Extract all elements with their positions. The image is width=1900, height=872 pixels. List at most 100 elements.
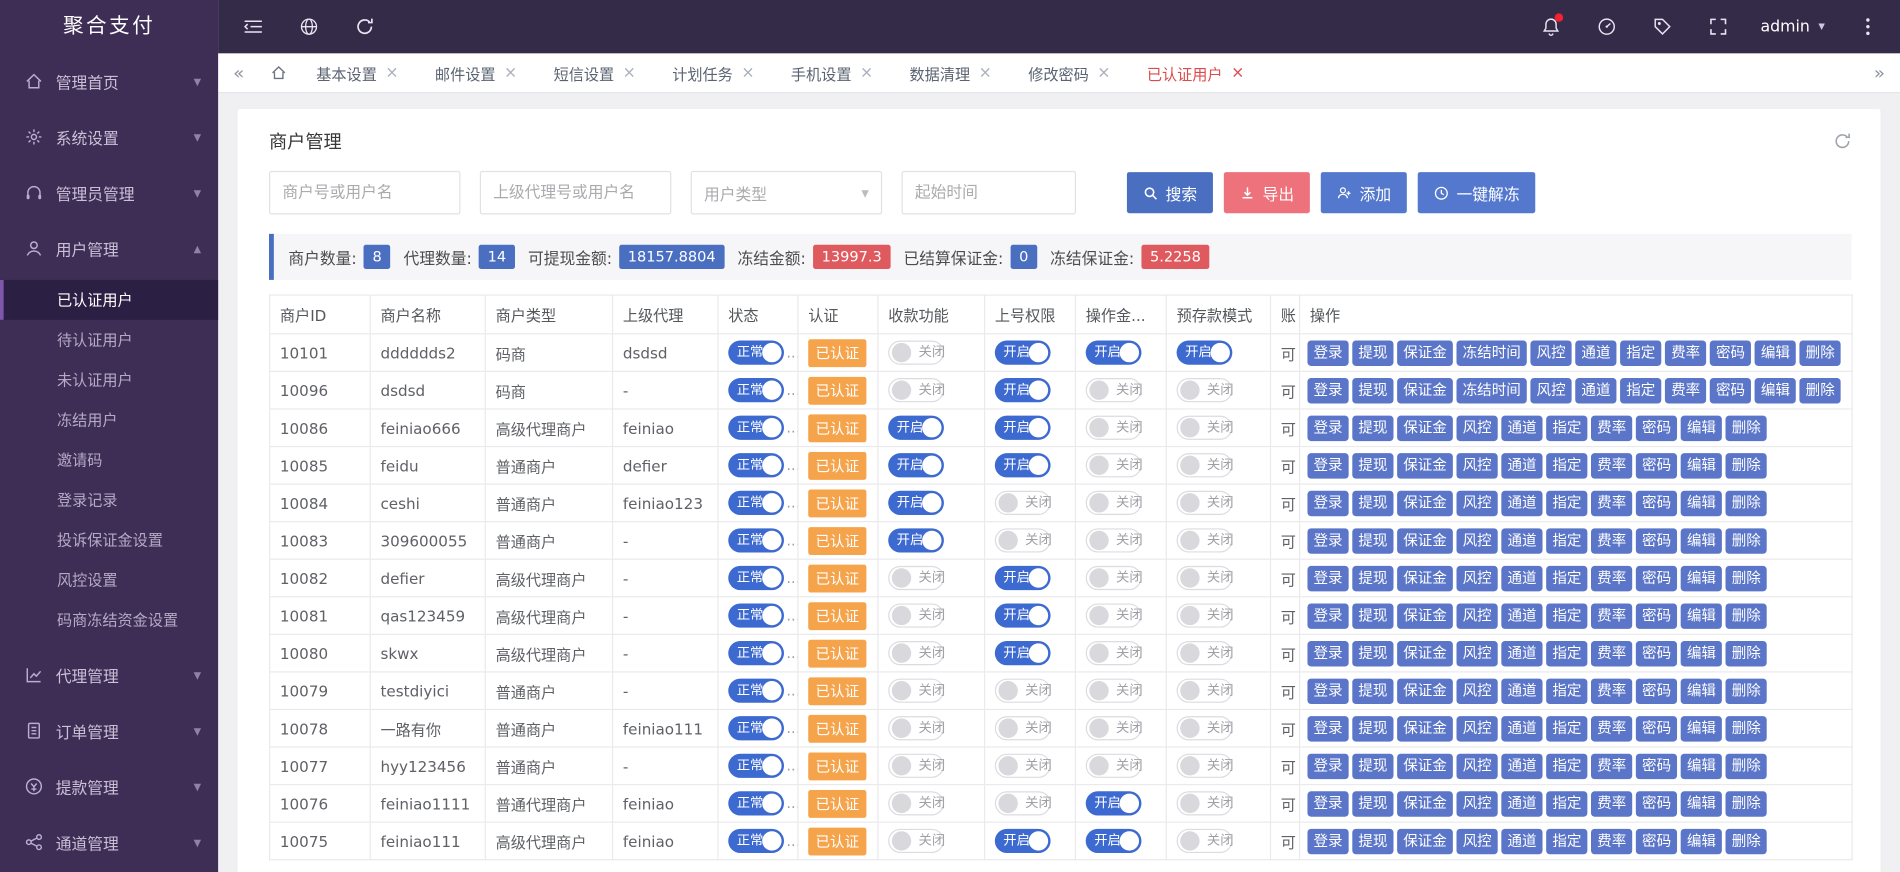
row-action-button[interactable]: 通道 (1501, 716, 1542, 741)
row-action-button[interactable]: 通道 (1575, 340, 1616, 365)
row-action-button[interactable]: 密码 (1636, 716, 1677, 741)
row-action-button[interactable]: 编辑 (1681, 453, 1722, 478)
row-action-button[interactable]: 通道 (1501, 415, 1542, 440)
sidebar-subitem[interactable]: 风控设置 (0, 560, 218, 600)
row-action-button[interactable]: 删除 (1726, 791, 1767, 816)
row-action-button[interactable]: 提现 (1352, 453, 1393, 478)
row-action-button[interactable]: 费率 (1591, 828, 1632, 853)
row-action-button[interactable]: 保证金 (1397, 453, 1453, 478)
home-tab-icon[interactable] (259, 64, 298, 81)
operate-money-toggle[interactable]: 关闭 (1086, 416, 1142, 440)
row-action-button[interactable]: 编辑 (1681, 716, 1722, 741)
row-action-button[interactable]: 密码 (1636, 565, 1677, 590)
upload-permission-toggle[interactable]: 开启 (995, 641, 1051, 665)
row-action-button[interactable]: 风控 (1457, 678, 1498, 703)
row-action-button[interactable]: 保证金 (1397, 377, 1453, 402)
row-action-button[interactable]: 通道 (1501, 453, 1542, 478)
row-action-button[interactable]: 登录 (1307, 528, 1348, 553)
row-action-button[interactable]: 密码 (1636, 678, 1677, 703)
row-action-button[interactable]: 删除 (1726, 453, 1767, 478)
sidebar-item[interactable]: 系统设置▼ (0, 109, 218, 165)
row-action-button[interactable]: 密码 (1636, 828, 1677, 853)
row-action-button[interactable]: 通道 (1501, 640, 1542, 665)
row-action-button[interactable]: 保证金 (1397, 528, 1453, 553)
sidebar-subitem[interactable]: 邀请码 (0, 440, 218, 480)
row-action-button[interactable]: 编辑 (1681, 828, 1722, 853)
collect-toggle[interactable]: 关闭 (888, 603, 944, 627)
deposit-mode-toggle[interactable]: 开启 (1177, 340, 1233, 364)
row-action-button[interactable]: 密码 (1710, 340, 1751, 365)
row-action-button[interactable]: 保证金 (1397, 828, 1453, 853)
operate-money-toggle[interactable]: 关闭 (1086, 754, 1142, 778)
operate-money-toggle[interactable]: 关闭 (1086, 716, 1142, 740)
row-action-button[interactable]: 通道 (1501, 753, 1542, 778)
row-action-button[interactable]: 登录 (1307, 716, 1348, 741)
row-action-button[interactable]: 保证金 (1397, 565, 1453, 590)
row-action-button[interactable]: 登录 (1307, 377, 1348, 402)
row-action-button[interactable]: 费率 (1591, 490, 1632, 515)
row-action-button[interactable]: 通道 (1501, 828, 1542, 853)
row-action-button[interactable]: 费率 (1591, 640, 1632, 665)
deposit-mode-toggle[interactable]: 关闭 (1177, 641, 1233, 665)
deposit-mode-toggle[interactable]: 关闭 (1177, 829, 1233, 853)
row-action-button[interactable]: 删除 (1800, 340, 1841, 365)
row-action-button[interactable]: 通道 (1501, 490, 1542, 515)
tab-close-icon[interactable]: × (1097, 64, 1110, 82)
upload-permission-toggle[interactable]: 开启 (995, 566, 1051, 590)
sidebar-item[interactable]: 管理首页▼ (0, 53, 218, 109)
row-action-button[interactable]: 保证金 (1397, 678, 1453, 703)
row-action-button[interactable]: 编辑 (1681, 528, 1722, 553)
deposit-mode-toggle[interactable]: 关闭 (1177, 416, 1233, 440)
deposit-mode-toggle[interactable]: 关闭 (1177, 754, 1233, 778)
status-toggle[interactable]: 正常 (728, 829, 784, 853)
tab-close-icon[interactable]: × (623, 64, 636, 82)
row-action-button[interactable]: 密码 (1636, 753, 1677, 778)
status-toggle[interactable]: 正常 (728, 791, 784, 815)
row-action-button[interactable]: 风控 (1457, 716, 1498, 741)
status-toggle[interactable]: 正常 (728, 528, 784, 552)
collect-toggle[interactable]: 关闭 (888, 566, 944, 590)
status-toggle[interactable]: 正常 (728, 566, 784, 590)
row-action-button[interactable]: 通道 (1501, 791, 1542, 816)
notifications-bell-icon[interactable] (1523, 0, 1579, 53)
tag-icon[interactable] (1634, 0, 1690, 53)
row-action-button[interactable]: 风控 (1457, 791, 1498, 816)
tab-item[interactable]: 邮件设置× (417, 53, 536, 92)
deposit-mode-toggle[interactable]: 关闭 (1177, 528, 1233, 552)
row-action-button[interactable]: 删除 (1726, 490, 1767, 515)
row-action-button[interactable]: 费率 (1591, 565, 1632, 590)
tab-close-icon[interactable]: × (504, 64, 517, 82)
sidebar-item[interactable]: 用户管理▲ (0, 221, 218, 277)
row-action-button[interactable]: 密码 (1636, 791, 1677, 816)
search-button[interactable]: 搜索 (1127, 172, 1213, 213)
row-action-button[interactable]: 登录 (1307, 640, 1348, 665)
row-action-button[interactable]: 删除 (1726, 415, 1767, 440)
fullscreen-icon[interactable] (1690, 0, 1746, 53)
row-action-button[interactable]: 提现 (1352, 640, 1393, 665)
row-action-button[interactable]: 密码 (1636, 415, 1677, 440)
row-action-button[interactable]: 密码 (1636, 640, 1677, 665)
add-button[interactable]: 添加 (1321, 172, 1407, 213)
upload-permission-toggle[interactable]: 开启 (995, 603, 1051, 627)
collect-toggle[interactable]: 关闭 (888, 716, 944, 740)
sidebar-subitem[interactable]: 已认证用户 (0, 280, 218, 320)
row-action-button[interactable]: 保证金 (1397, 791, 1453, 816)
sidebar-item[interactable]: 提款管理▼ (0, 759, 218, 815)
row-action-button[interactable]: 费率 (1665, 377, 1706, 402)
row-action-button[interactable]: 登录 (1307, 340, 1348, 365)
operate-money-toggle[interactable]: 关闭 (1086, 566, 1142, 590)
deposit-mode-toggle[interactable]: 关闭 (1177, 679, 1233, 703)
card-refresh-icon[interactable] (1833, 132, 1851, 150)
tab-item[interactable]: 已认证用户× (1129, 53, 1263, 92)
row-action-button[interactable]: 风控 (1457, 640, 1498, 665)
status-toggle[interactable]: 正常 (728, 491, 784, 515)
upload-permission-toggle[interactable]: 开启 (995, 340, 1051, 364)
sidebar-collapse-icon[interactable] (225, 0, 281, 53)
row-action-button[interactable]: 费率 (1591, 791, 1632, 816)
row-action-button[interactable]: 删除 (1726, 753, 1767, 778)
row-action-button[interactable]: 密码 (1710, 377, 1751, 402)
row-action-button[interactable]: 风控 (1457, 565, 1498, 590)
row-action-button[interactable]: 删除 (1800, 377, 1841, 402)
row-action-button[interactable]: 风控 (1457, 415, 1498, 440)
row-action-button[interactable]: 编辑 (1681, 640, 1722, 665)
